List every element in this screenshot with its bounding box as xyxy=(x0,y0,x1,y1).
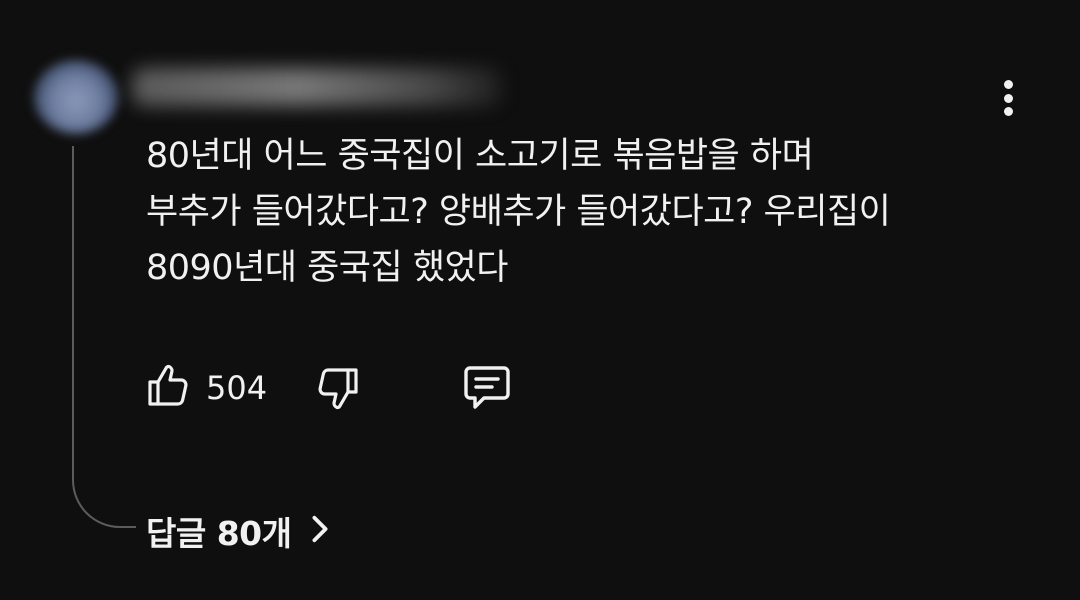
avatar[interactable] xyxy=(34,60,118,134)
thumbs-up-icon xyxy=(148,364,188,406)
thumbs-down-icon xyxy=(318,368,358,410)
comment-line: 부추가 들어갔다고? 양배추가 들어갔다고? 우리집이 xyxy=(146,192,891,232)
more-vert-icon-dot xyxy=(1003,80,1013,89)
comment-icon xyxy=(464,366,510,409)
more-vert-icon-dot xyxy=(1003,107,1013,116)
more-options-button[interactable] xyxy=(994,76,1022,120)
view-replies-button[interactable]: 답글 80개 xyxy=(146,506,330,556)
author-name-redacted[interactable] xyxy=(132,68,502,106)
reply-button[interactable] xyxy=(460,362,514,412)
dislike-button[interactable] xyxy=(314,364,362,412)
thread-connector-line xyxy=(72,146,136,528)
comment-text: 80년대 어느 중국집이 소고기로 볶음밥을 하며 부추가 들어갔다고? 양배추… xyxy=(146,128,1026,296)
comment-line: 8090년대 중국집 했었다 xyxy=(146,248,508,288)
chevron-right-icon xyxy=(310,514,330,548)
like-count: 504 xyxy=(206,369,268,407)
replies-count-label: 답글 80개 xyxy=(146,514,292,553)
more-vert-icon-dot xyxy=(1003,93,1013,103)
comment-line: 80년대 어느 중국집이 소고기로 볶음밥을 하며 xyxy=(146,136,814,176)
like-button[interactable] xyxy=(144,362,192,410)
